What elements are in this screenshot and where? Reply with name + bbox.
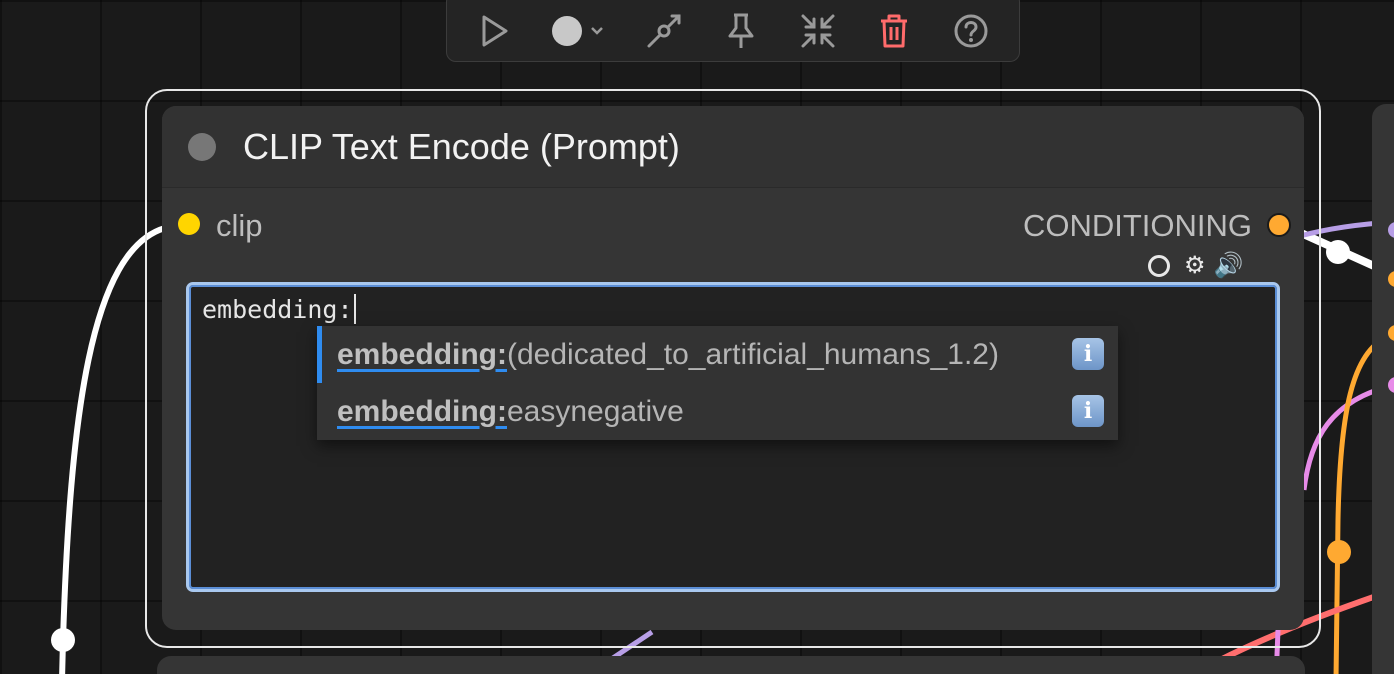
selection-toolbar [446, 0, 1020, 62]
collapse-button[interactable] [794, 7, 842, 55]
clip-input-label: clip [216, 208, 263, 243]
input-slot[interactable] [1388, 222, 1394, 238]
widget-toolbar: ⚙ 🔊 [1148, 254, 1243, 278]
autocomplete-item-name: (dedicated_to_artificial_humans_1.2) [507, 337, 999, 371]
conditioning-output-label: CONDITIONING [1022, 208, 1252, 243]
input-slot[interactable] [1388, 325, 1394, 341]
help-icon [954, 14, 988, 48]
node-title: CLIP Text Encode (Prompt) [243, 126, 680, 167]
autocomplete-item-name: easynegative [507, 394, 684, 428]
pin-button[interactable] [717, 7, 765, 55]
input-slot[interactable] [1388, 377, 1394, 393]
delete-button[interactable] [870, 7, 918, 55]
adjacent-node[interactable] [157, 656, 1305, 674]
delete-icon [881, 14, 908, 48]
pin-icon [728, 13, 754, 48]
clip-input-slot[interactable] [178, 213, 200, 235]
autocomplete-dropdown: embedding: (dedicated_to_artificial_human… [317, 326, 1118, 440]
autocomplete-item[interactable]: embedding: easynegative i [317, 383, 1118, 440]
link-midpoint-dot[interactable] [1327, 540, 1351, 564]
color-button[interactable] [548, 7, 612, 55]
conditioning-output-slot[interactable] [1267, 213, 1291, 237]
prompt-text-content: embedding: [202, 293, 356, 327]
collapse-toggle-icon[interactable] [188, 133, 216, 161]
text-caret [353, 294, 356, 324]
help-button[interactable] [947, 7, 995, 55]
adjacent-node[interactable] [1372, 104, 1394, 674]
bypass-icon [647, 14, 681, 48]
run-button[interactable] [471, 7, 519, 55]
gear-icon[interactable]: ⚙ [1184, 254, 1206, 278]
circle-icon[interactable] [1148, 255, 1170, 277]
speaker-icon[interactable]: 🔊 [1214, 254, 1244, 278]
node-header[interactable]: CLIP Text Encode (Prompt) [162, 106, 1304, 188]
info-icon[interactable]: i [1072, 395, 1104, 427]
input-slot[interactable] [1388, 271, 1394, 287]
link-midpoint-dot[interactable] [1326, 240, 1350, 264]
reroute-dot[interactable] [51, 628, 75, 652]
prompt-text: embedding: [202, 295, 353, 324]
collapse-icon [801, 14, 835, 48]
play-icon [482, 15, 508, 47]
autocomplete-item-prefix: embedding: [337, 394, 507, 428]
color-dot-icon [551, 16, 603, 46]
autocomplete-item-prefix: embedding: [337, 337, 507, 371]
bypass-button[interactable] [640, 7, 688, 55]
autocomplete-item[interactable]: embedding: (dedicated_to_artificial_human… [317, 326, 1118, 383]
info-icon[interactable]: i [1072, 338, 1104, 370]
